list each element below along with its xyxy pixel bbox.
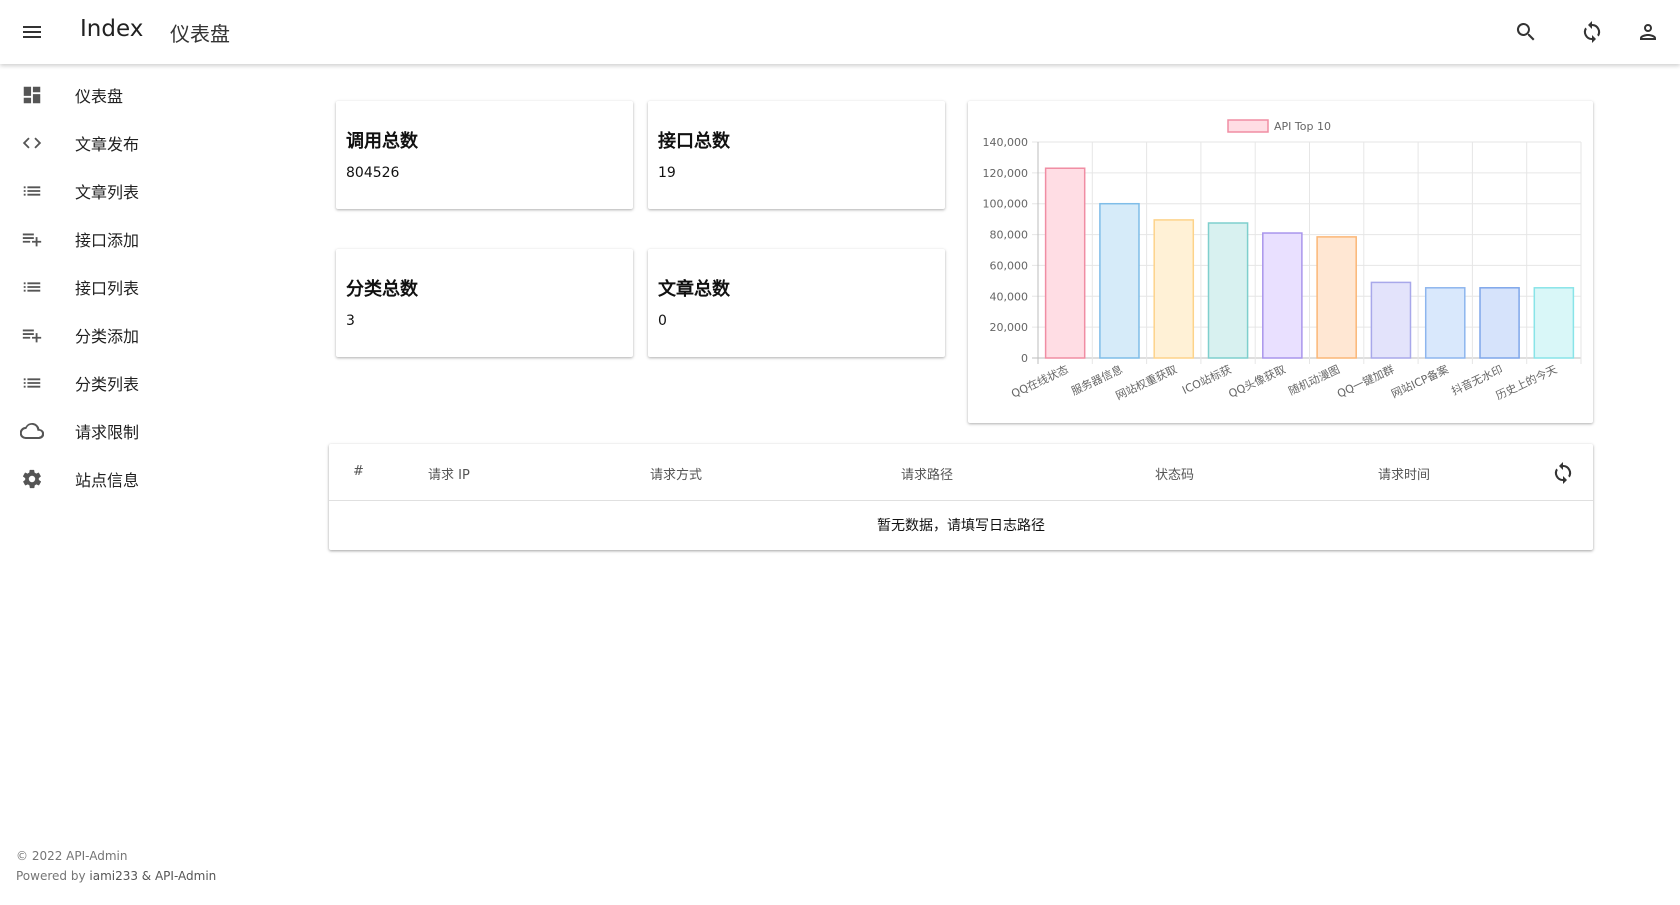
x-tick-label: 网站权重获取 [1113, 362, 1179, 403]
stat-label: 接口总数 [658, 131, 730, 152]
y-tick-label: 20,000 [990, 321, 1029, 334]
table-header: # 请求 IP 请求方式 请求路径 状态码 请求时间 [329, 444, 1593, 501]
sidebar-item-label: 文章列表 [75, 183, 140, 202]
footer: © 2022 API-Admin Powered by iami233 & AP… [16, 846, 216, 886]
stat-value: 804526 [346, 165, 400, 181]
table-empty-message: 暂无数据，请填写日志路径 [877, 518, 1045, 534]
page-title: 仪表盘 [170, 22, 230, 46]
bar [1424, 287, 1466, 359]
bar [1099, 202, 1140, 359]
y-tick-label: 80,000 [990, 229, 1029, 242]
playlist-add-icon [20, 323, 44, 347]
bar [1044, 167, 1086, 359]
bar [1479, 287, 1520, 359]
request-log-table: # 请求 IP 请求方式 请求路径 状态码 请求时间 暂无数据，请填写日志路径 [329, 444, 1593, 550]
stat-card-categories: 分类总数 3 [336, 249, 633, 357]
refresh-icon[interactable] [1578, 18, 1606, 46]
bar [1533, 287, 1575, 359]
list-icon [20, 275, 44, 299]
stat-value: 0 [658, 313, 667, 329]
api-top10-chart: API Top 10 0 20,000 40,000 60,000 80,000 100,0… [983, 119, 1582, 403]
app-bar: Index 仪表盘 [0, 0, 1680, 64]
bar [1316, 236, 1357, 359]
footer-powered: Powered by iami233 & API-Admin [16, 866, 216, 886]
x-tick-label: 网站ICP备案 [1389, 362, 1451, 401]
dashboard-icon [20, 83, 44, 107]
sidebar-item-label: 请求限制 [75, 423, 140, 442]
sidebar-item-label: 仪表盘 [75, 87, 124, 106]
sidebar-item-api-add[interactable]: 接口添加 [0, 215, 300, 263]
search-icon[interactable] [1512, 18, 1540, 46]
sidebar-item-article-publish[interactable]: 文章发布 [0, 119, 300, 167]
bar [1370, 281, 1412, 359]
footer-copyright: © 2022 API-Admin [16, 849, 128, 863]
y-tick-label: 120,000 [983, 167, 1029, 180]
column-header-ip[interactable]: 请求 IP [428, 464, 470, 483]
x-tick-label: ICO站标获 [1180, 362, 1234, 397]
list-icon [20, 371, 44, 395]
stat-card-calls: 调用总数 804526 [336, 101, 633, 209]
x-tick-label: 随机动漫图 [1286, 362, 1342, 398]
y-tick-label: 0 [1021, 352, 1028, 365]
x-tick-label: 历史上的今天 [1493, 362, 1559, 403]
footer-authors-link[interactable]: iami233 & API-Admin [89, 869, 216, 883]
sidebar-item-label: 分类添加 [75, 327, 140, 346]
footer-powered-prefix: Powered by [16, 869, 90, 883]
stat-label: 文章总数 [658, 279, 730, 300]
playlist-add-icon [20, 227, 44, 251]
legend-label: API Top 10 [1274, 120, 1331, 133]
table-refresh-icon[interactable] [1551, 461, 1575, 485]
column-header-index[interactable]: # [353, 464, 364, 479]
legend-swatch [1227, 119, 1269, 133]
sidebar-item-category-list[interactable]: 分类列表 [0, 359, 300, 407]
bar [1207, 222, 1249, 359]
sidebar-item-article-list[interactable]: 文章列表 [0, 167, 300, 215]
x-tick-label: QQ头像获取 [1227, 363, 1288, 401]
stat-card-apis: 接口总数 19 [648, 101, 945, 209]
x-tick-label: QQ在线状态 [1009, 362, 1070, 401]
column-header-status[interactable]: 状态码 [1155, 464, 1194, 483]
sidebar-item-site-info[interactable]: 站点信息 [0, 455, 300, 503]
list-icon [20, 179, 44, 203]
cloud-icon [20, 419, 44, 443]
sidebar-item-label: 站点信息 [75, 471, 140, 490]
sidebar-item-label: 接口列表 [75, 279, 140, 298]
chart-card: API Top 10 0 20,000 40,000 60,000 80,000 100,0… [968, 101, 1593, 423]
sidebar-item-label: 接口添加 [75, 231, 140, 250]
y-tick-label: 100,000 [983, 198, 1029, 211]
x-tick-label: QQ一键加群 [1335, 362, 1396, 401]
stat-label: 分类总数 [346, 279, 418, 300]
column-header-path[interactable]: 请求路径 [901, 464, 953, 483]
stat-value: 19 [658, 165, 676, 181]
app-title[interactable]: Index [80, 16, 143, 42]
account-icon[interactable] [1634, 18, 1662, 46]
stat-value: 3 [346, 313, 355, 329]
stat-card-articles: 文章总数 0 [648, 249, 945, 357]
y-tick-label: 140,000 [983, 136, 1029, 149]
menu-icon[interactable] [19, 20, 45, 44]
sidebar-item-request-limit[interactable]: 请求限制 [0, 407, 300, 455]
column-header-time[interactable]: 请求时间 [1378, 464, 1430, 483]
sidebar-item-category-add[interactable]: 分类添加 [0, 311, 300, 359]
y-tick-label: 60,000 [990, 259, 1029, 272]
sidebar-item-label: 文章发布 [75, 135, 140, 154]
stat-label: 调用总数 [346, 131, 418, 152]
bar [1262, 232, 1303, 359]
bar [1153, 219, 1195, 359]
code-icon [20, 131, 44, 155]
sidebar-item-label: 分类列表 [75, 375, 140, 394]
y-tick-label: 40,000 [990, 290, 1029, 303]
gear-icon [20, 467, 44, 491]
sidebar-item-api-list[interactable]: 接口列表 [0, 263, 300, 311]
column-header-method[interactable]: 请求方式 [650, 464, 702, 483]
sidebar: 仪表盘 文章发布 文章列表 接口添加 接口列表 分类添加 分类列表 请求限制 站… [0, 64, 300, 854]
sidebar-item-dashboard[interactable]: 仪表盘 [0, 71, 300, 119]
